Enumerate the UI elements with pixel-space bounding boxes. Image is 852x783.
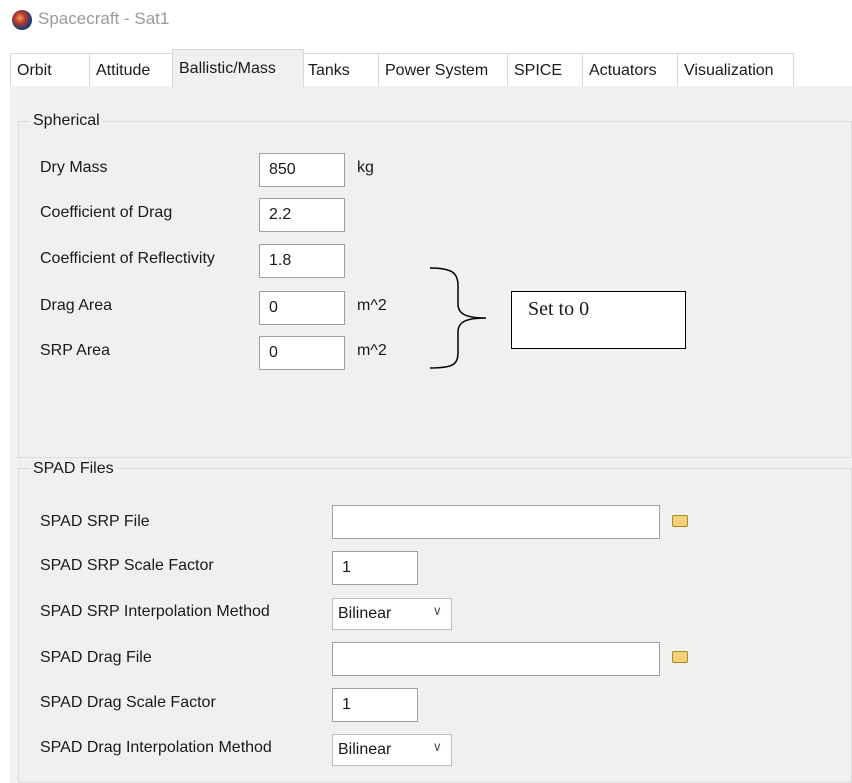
spad-drag-interpolation-label: SPAD Drag Interpolation Method bbox=[40, 739, 272, 756]
folder-icon bbox=[672, 515, 688, 527]
chevron-down-icon: ∨ bbox=[432, 739, 442, 754]
tab-visualization[interactable]: Visualization bbox=[677, 53, 794, 86]
folder-icon bbox=[672, 651, 688, 663]
srp-area-unit: m^2 bbox=[357, 342, 387, 359]
spad-srp-file-label: SPAD SRP File bbox=[40, 513, 150, 530]
spad-drag-interpolation-value: Bilinear bbox=[338, 741, 392, 758]
spad-srp-file-browse-button[interactable] bbox=[666, 507, 694, 535]
coefficient-of-reflectivity-input[interactable]: 1.8 bbox=[259, 244, 345, 278]
spherical-group-title: Spherical bbox=[30, 112, 103, 130]
dry-mass-unit: kg bbox=[357, 159, 374, 176]
spad-srp-scale-factor-input[interactable]: 1 bbox=[332, 551, 418, 585]
ballistic-mass-panel: Spherical Dry Mass 850 kg Coefficient of… bbox=[10, 86, 852, 783]
spad-srp-interpolation-select[interactable]: Bilinear ∨ bbox=[332, 598, 452, 630]
srp-area-input[interactable]: 0 bbox=[259, 336, 345, 370]
tab-tanks[interactable]: Tanks bbox=[301, 53, 379, 86]
srp-area-label: SRP Area bbox=[40, 342, 110, 359]
spad-drag-file-browse-button[interactable] bbox=[666, 643, 694, 671]
coefficient-of-drag-input[interactable]: 2.2 bbox=[259, 198, 345, 232]
spad-drag-file-label: SPAD Drag File bbox=[40, 649, 152, 666]
globe-icon bbox=[12, 10, 32, 30]
chevron-down-icon: ∨ bbox=[432, 603, 442, 618]
spad-drag-scale-factor-input[interactable]: 1 bbox=[332, 688, 418, 722]
spad-srp-file-input[interactable] bbox=[332, 505, 660, 539]
tab-strip: Orbit Attitude Ballistic/Mass Tanks Powe… bbox=[10, 49, 825, 87]
spad-drag-scale-factor-label: SPAD Drag Scale Factor bbox=[40, 694, 216, 711]
spad-srp-interpolation-label: SPAD SRP Interpolation Method bbox=[40, 603, 270, 620]
drag-area-unit: m^2 bbox=[357, 297, 387, 314]
drag-area-input[interactable]: 0 bbox=[259, 291, 345, 325]
tab-orbit[interactable]: Orbit bbox=[10, 53, 90, 86]
window-title: Spacecraft - Sat1 bbox=[38, 9, 170, 28]
dry-mass-input[interactable]: 850 bbox=[259, 153, 345, 187]
spad-drag-file-input[interactable] bbox=[332, 642, 660, 676]
title-bar: Spacecraft - Sat1 bbox=[0, 0, 852, 44]
dry-mass-label: Dry Mass bbox=[40, 159, 108, 176]
coefficient-of-reflectivity-label: Coefficient of Reflectivity bbox=[40, 250, 215, 267]
spad-files-group-title: SPAD Files bbox=[30, 460, 117, 478]
tab-power-system[interactable]: Power System bbox=[378, 53, 508, 86]
coefficient-of-drag-label: Coefficient of Drag bbox=[40, 204, 173, 221]
tab-spice[interactable]: SPICE bbox=[507, 53, 583, 86]
set-to-zero-note: Set to 0 bbox=[511, 291, 686, 349]
tab-actuators[interactable]: Actuators bbox=[582, 53, 678, 86]
spad-drag-interpolation-select[interactable]: Bilinear ∨ bbox=[332, 734, 452, 766]
drag-area-label: Drag Area bbox=[40, 297, 113, 314]
tab-attitude[interactable]: Attitude bbox=[89, 53, 175, 86]
spad-srp-scale-factor-label: SPAD SRP Scale Factor bbox=[40, 557, 214, 574]
spad-srp-interpolation-value: Bilinear bbox=[338, 605, 392, 622]
tab-ballistic-mass[interactable]: Ballistic/Mass bbox=[172, 49, 304, 87]
curly-brace-annotation bbox=[429, 267, 487, 369]
